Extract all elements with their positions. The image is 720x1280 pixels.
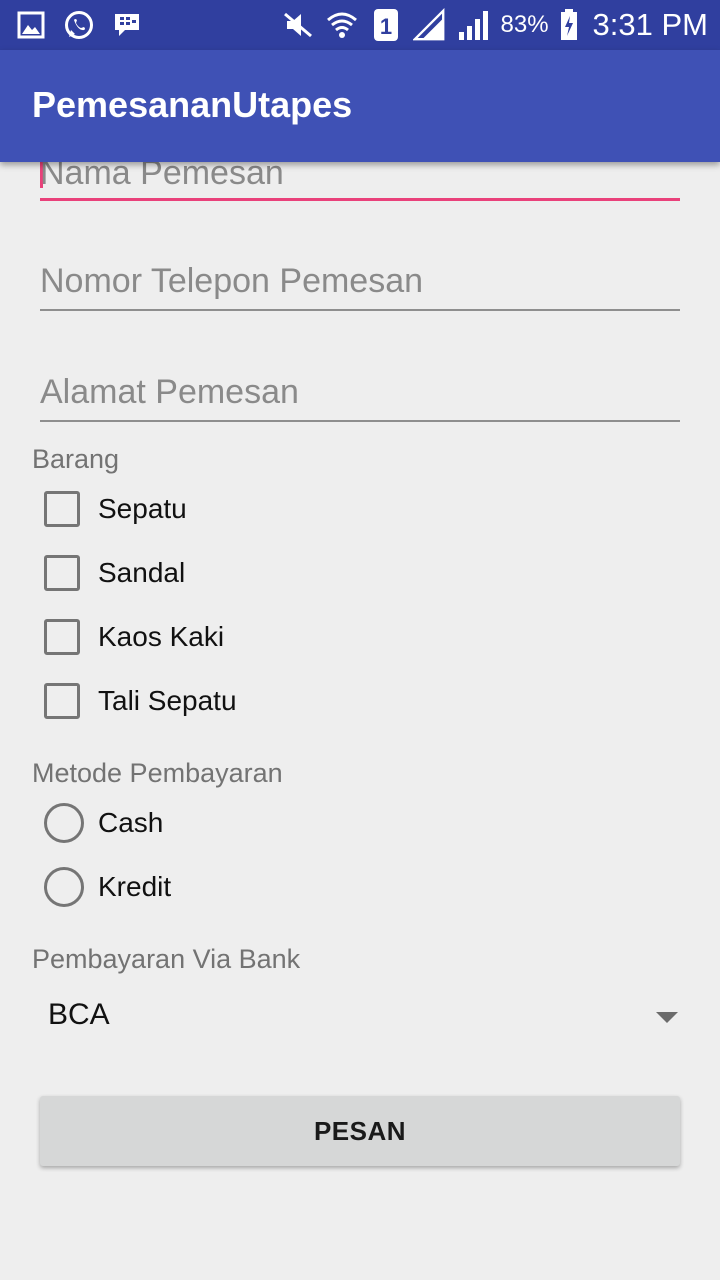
checkbox-tali-sepatu[interactable]: Tali Sepatu (44, 676, 237, 726)
checkbox-label: Sepatu (98, 493, 187, 524)
battery-percent: 83% (500, 11, 549, 38)
address-placeholder: Alamat Pemesan (40, 373, 299, 411)
signal-1-icon (412, 8, 447, 42)
checkbox-box[interactable] (44, 683, 80, 719)
checkbox-kaos-kaki[interactable]: Kaos Kaki (44, 612, 224, 662)
gallery-icon (14, 8, 48, 42)
radio-label: Cash (98, 807, 164, 838)
signal-2-icon (457, 8, 491, 42)
phone-field[interactable]: Nomor Telepon Pemesan (40, 262, 680, 314)
radio-label: Kredit (98, 871, 172, 902)
bbm-icon (110, 8, 144, 42)
svg-text:1: 1 (379, 14, 391, 39)
phone-placeholder: Nomor Telepon Pemesan (40, 262, 424, 300)
radio-button[interactable] (44, 803, 84, 843)
checkbox-label: Kaos Kaki (98, 621, 225, 652)
checkbox-sepatu[interactable]: Sepatu (44, 484, 187, 534)
checkbox-box[interactable] (44, 555, 80, 591)
battery-icon (559, 8, 579, 42)
bank-label: Pembayaran Via Bank (32, 944, 301, 974)
app-bar: PemesananUtapes (0, 50, 720, 162)
radio-cash[interactable]: Cash (44, 798, 163, 848)
bank-spinner[interactable]: BCA (48, 986, 680, 1046)
name-underline (40, 198, 680, 201)
address-underline (40, 420, 680, 422)
phone-underline (40, 309, 680, 311)
checkbox-sandal[interactable]: Sandal (44, 548, 185, 598)
notification-icons (14, 6, 144, 44)
status-bar: 1 83% 3:31 PM (0, 0, 720, 50)
whatsapp-icon (62, 8, 96, 42)
order-form: Nama Pemesan Nomor Telepon Pemesan Alama… (0, 162, 720, 1280)
checkbox-box[interactable] (44, 619, 80, 655)
name-placeholder: Nama Pemesan (40, 162, 284, 192)
checkbox-label: Sandal (98, 557, 186, 588)
system-icons: 1 83% 3:31 PM (281, 4, 708, 46)
radio-button[interactable] (44, 867, 84, 907)
dropdown-arrow-icon[interactable] (656, 1012, 678, 1023)
address-field[interactable]: Alamat Pemesan (40, 373, 680, 425)
name-field[interactable]: Nama Pemesan (40, 162, 680, 206)
checkbox-label: Tali Sepatu (98, 685, 237, 716)
payment-method-label: Metode Pembayaran (32, 758, 283, 788)
checkbox-box[interactable] (44, 491, 80, 527)
sim-1-icon: 1 (369, 8, 403, 42)
app-title: PemesananUtapes (32, 84, 353, 125)
mute-icon (281, 8, 315, 42)
clock: 3:31 PM (592, 7, 708, 42)
wifi-icon (325, 8, 359, 42)
order-button[interactable]: PESAN (40, 1096, 680, 1166)
bank-selected-value: BCA (48, 998, 110, 1031)
goods-label: Barang (32, 444, 120, 474)
radio-kredit[interactable]: Kredit (44, 862, 171, 912)
